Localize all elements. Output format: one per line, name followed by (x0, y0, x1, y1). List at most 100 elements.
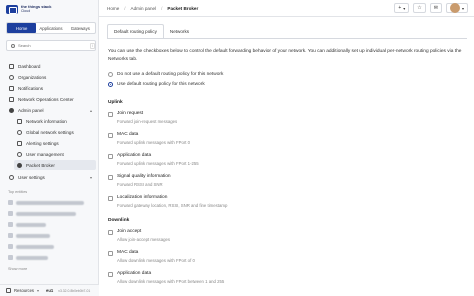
sidebar-item-admin-panel[interactable]: Admin panel ▴ (6, 105, 96, 115)
sidebar-item-label: Network Operations Center (18, 96, 74, 102)
inbox-icon: ✉ (433, 5, 438, 11)
top-entity-item[interactable] (8, 243, 54, 250)
dashboard-icon (9, 63, 14, 69)
checkbox-label: Join accept (117, 229, 142, 234)
brand-edition: Cloud (21, 9, 31, 13)
search-icon (11, 43, 15, 48)
breadcrumb-separator-icon: / (124, 5, 126, 11)
show-more-link[interactable]: Show more (8, 267, 27, 271)
sidebar-item-organizations[interactable]: Organizations (6, 72, 96, 82)
sidebar-item-label: Network information (26, 118, 67, 124)
main-content: You can use the checkboxes below to cont… (108, 48, 468, 284)
tab-networks[interactable]: Networks (164, 24, 195, 39)
radio-use-default-policy[interactable]: Use default routing policy for this netw… (108, 82, 205, 87)
sidebar-item-user-settings[interactable]: User settings ▾ (6, 172, 96, 182)
checkbox-downlink-application-data[interactable]: Application data Allow downlink messages… (108, 271, 224, 284)
checkbox-label: Signal quality information (117, 174, 171, 179)
intro-text: You can use the checkboxes below to cont… (108, 49, 462, 62)
checkbox[interactable] (108, 154, 113, 159)
top-entity-item[interactable] (8, 254, 48, 261)
uplink-title: Uplink (108, 100, 123, 105)
chevron-up-icon: ▴ (89, 107, 92, 113)
packet-broker-icon (17, 162, 22, 168)
search-shortcut: / (90, 42, 95, 49)
profile-dropdown[interactable]: ▾ (445, 3, 468, 13)
radio-button[interactable] (108, 72, 113, 77)
breadcrumb-home[interactable]: Home (107, 6, 119, 11)
checkbox-uplink-localization[interactable]: Localization information Forward gateway… (108, 195, 227, 208)
sidebar-item-label: User settings (18, 174, 45, 180)
sidebar-item-dashboard[interactable]: Dashboard (6, 61, 96, 71)
bell-icon (17, 140, 22, 146)
checkbox-description: Forward join-request messages (117, 118, 178, 124)
user-settings-icon (9, 174, 14, 180)
resources-button[interactable]: Resources (14, 288, 34, 293)
tab-default-routing-policy[interactable]: Default routing policy (107, 24, 164, 39)
sidebar-item-network-information[interactable]: Network information (14, 116, 96, 126)
section-switcher: Home Applications Gateways (6, 22, 96, 34)
checkbox-uplink-application-data[interactable]: Application data Forward uplink messages… (108, 153, 199, 166)
checkbox-label: Localization information (117, 195, 168, 200)
checkbox[interactable] (108, 272, 113, 277)
avatar (449, 3, 460, 13)
switcher-applications[interactable]: Applications (36, 23, 65, 33)
resources-icon (6, 288, 11, 293)
sidebar-item-noc[interactable]: Network Operations Center (6, 94, 96, 104)
search-input[interactable] (17, 43, 88, 48)
notifications-button[interactable]: ✉ (429, 3, 442, 13)
brand[interactable]: the things stack Cloud (6, 4, 51, 14)
breadcrumb-admin-panel[interactable]: Admin panel (131, 6, 157, 11)
checkbox-downlink-mac-data[interactable]: MAC data Allow downlink messages with FP… (108, 250, 195, 263)
checkbox-label: Join request (117, 111, 144, 116)
checkbox[interactable] (108, 196, 113, 201)
checkbox[interactable] (108, 133, 113, 138)
top-entity-item[interactable] (8, 210, 76, 217)
sidebar-item-global-network-settings[interactable]: Global network settings (14, 127, 96, 137)
switcher-gateways[interactable]: Gateways (66, 23, 95, 33)
top-entity-item[interactable] (8, 199, 84, 206)
checkbox-uplink-signal-quality[interactable]: Signal quality information Forward RSSI … (108, 174, 171, 187)
checkbox-description: Forward uplink messages with FPort 1-255 (117, 160, 199, 166)
chevron-down-icon: ▾ (403, 5, 406, 11)
checkbox[interactable] (108, 230, 113, 235)
tts-logo-icon (6, 4, 18, 14)
checkbox-label: MAC data (117, 132, 139, 137)
sidebar-item-label: Alerting settings (26, 140, 59, 146)
checkbox-description: Forward gateway location, RSSI, SNR and … (117, 202, 228, 208)
organization-icon (9, 74, 14, 80)
switcher-home[interactable]: Home (7, 23, 37, 33)
sidebar-item-user-management[interactable]: User management (14, 149, 96, 159)
top-entity-item[interactable] (8, 232, 50, 239)
sidebar-search[interactable]: / (6, 40, 96, 51)
top-entities-label: Top entities (8, 190, 28, 194)
chart-icon (9, 96, 14, 102)
checkbox-uplink-join-request[interactable]: Join request Forward join-request messag… (108, 111, 177, 124)
sidebar-item-notifications[interactable]: Notifications (6, 83, 96, 93)
radio-no-default-policy[interactable]: Do not use a default routing policy for … (108, 72, 223, 77)
sidebar-item-label: Organizations (18, 74, 47, 80)
checkbox[interactable] (108, 175, 113, 180)
checkbox-downlink-join-accept[interactable]: Join accept Allow join-accept messages (108, 229, 170, 242)
radio-button[interactable] (108, 82, 113, 87)
sidebar-item-label: Admin panel (18, 107, 44, 113)
radio-label: Do not use a default routing policy for … (117, 72, 224, 77)
chevron-down-icon: ▾ (89, 174, 92, 180)
tab-divider (107, 38, 467, 39)
add-button[interactable]: + ▾ (394, 3, 410, 13)
checkbox-uplink-mac-data[interactable]: MAC data Forward uplink messages with FP… (108, 132, 190, 145)
sidebar-item-alerting-settings[interactable]: Alerting settings (14, 138, 96, 148)
version-text: v3.32.0.8b0eb0b7-01 (58, 288, 91, 293)
top-entity-item[interactable] (8, 221, 46, 228)
add-label: + (398, 5, 402, 11)
sidebar-item-label: Global network settings (26, 129, 74, 135)
star-icon: ☆ (417, 5, 422, 11)
topbar-actions: + ▾ ☆ ✉ ▾ (394, 3, 468, 13)
bookmarks-button[interactable]: ☆ (413, 3, 426, 13)
info-icon (17, 118, 22, 124)
checkbox[interactable] (108, 251, 113, 256)
sidebar-item-label: Dashboard (18, 63, 41, 69)
checkbox-label: Application data (117, 271, 152, 276)
sidebar-item-label: Packet Broker (26, 162, 55, 168)
sidebar-item-packet-broker[interactable]: Packet Broker (14, 160, 96, 170)
checkbox[interactable] (108, 112, 113, 117)
